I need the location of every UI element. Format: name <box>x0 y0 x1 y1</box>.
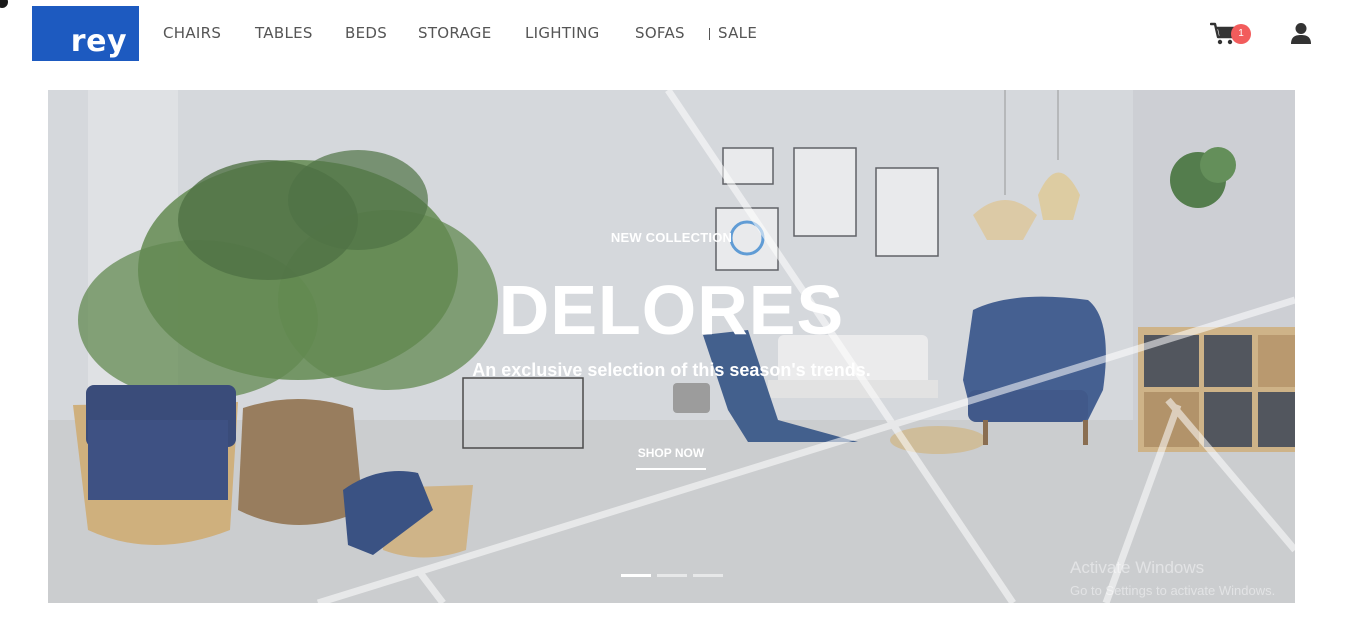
brand-logo-text: rey <box>70 24 127 59</box>
nav-item-sofas[interactable]: SOFAS <box>635 24 685 42</box>
user-icon[interactable] <box>1290 22 1312 46</box>
site-header: rey CHAIRS TABLES BEDS STORAGE LIGHTING … <box>0 0 1345 68</box>
activation-watermark-title: Activate Windows <box>1070 558 1205 577</box>
nav-item-sale[interactable]: SALE <box>718 24 757 42</box>
shop-now-button[interactable]: SHOP NOW <box>636 446 706 470</box>
activation-watermark-subtitle: Go to Settings to activate Windows. <box>1070 583 1276 598</box>
hero-banner: NEW COLLECTION DELORES An exclusive sele… <box>48 90 1295 603</box>
hero-title: DELORES <box>498 271 845 349</box>
hero-eyebrow: NEW COLLECTION <box>610 230 733 245</box>
hero-subtitle: An exclusive selection of this season's … <box>472 360 871 380</box>
brand-logo[interactable]: rey <box>32 6 139 61</box>
slider-dot-3[interactable] <box>693 574 723 577</box>
nav-item-tables[interactable]: TABLES <box>255 24 313 42</box>
nav-item-chairs[interactable]: CHAIRS <box>163 24 221 42</box>
nav-item-beds[interactable]: BEDS <box>345 24 387 42</box>
nav-item-lighting[interactable]: LIGHTING <box>525 24 600 42</box>
nav-separator <box>709 28 710 40</box>
slider-dot-2[interactable] <box>657 574 687 577</box>
cart-count-badge: 1 <box>1231 24 1251 44</box>
nav-item-storage[interactable]: STORAGE <box>418 24 492 42</box>
slider-dot-1[interactable] <box>621 574 651 577</box>
